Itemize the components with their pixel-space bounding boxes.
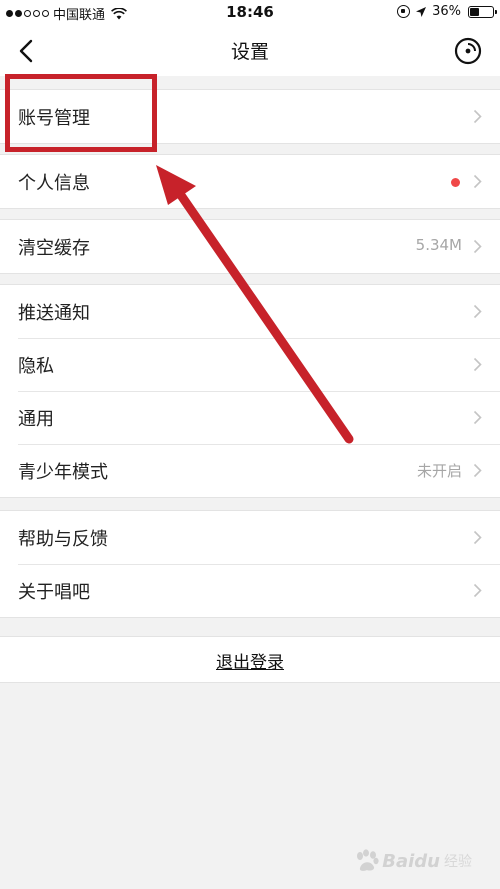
chevron-right-icon — [473, 174, 482, 189]
settings-group-profile: 个人信息 — [0, 154, 500, 209]
settings-item-clear-cache[interactable]: 清空缓存 5.34M — [0, 220, 500, 273]
battery-percent: 36% — [432, 4, 461, 19]
settings-item-label: 通用 — [18, 409, 54, 430]
settings-item-general[interactable]: 通用 — [0, 391, 500, 444]
status-bar: 中国联通 18:46 36% — [0, 0, 500, 26]
chevron-right-icon — [473, 304, 482, 319]
chevron-right-icon — [473, 410, 482, 425]
logout-button[interactable]: 退出登录 — [0, 648, 500, 673]
logout-group: 退出登录 — [0, 636, 500, 683]
settings-item-label: 隐私 — [18, 356, 54, 377]
settings-item-account-management[interactable]: 账号管理 — [0, 90, 500, 143]
settings-item-label: 帮助与反馈 — [18, 529, 108, 550]
page-title: 设置 — [230, 41, 269, 63]
settings-item-push-notifications[interactable]: 推送通知 — [0, 285, 500, 338]
settings-item-privacy[interactable]: 隐私 — [0, 338, 500, 391]
settings-item-label: 青少年模式 — [18, 462, 108, 483]
settings-item-about[interactable]: 关于唱吧 — [0, 564, 500, 617]
watermark-sub: 经验 — [444, 854, 472, 870]
settings-group-general: 推送通知 隐私 通用 青少年模式 未开启 — [0, 284, 500, 498]
settings-item-label: 清空缓存 — [18, 238, 90, 259]
settings-item-label: 账号管理 — [18, 108, 90, 129]
chevron-right-icon — [473, 530, 482, 545]
paw-logo-icon — [357, 849, 379, 871]
settings-item-personal-info[interactable]: 个人信息 — [0, 155, 500, 208]
chevron-right-icon — [473, 109, 482, 124]
cache-size-value: 5.34M — [415, 236, 462, 254]
settings-item-label: 个人信息 — [18, 173, 90, 194]
settings-group-cache: 清空缓存 5.34M — [0, 219, 500, 274]
chevron-right-icon — [473, 239, 482, 254]
nav-bar: 设置 — [0, 26, 500, 76]
settings-item-help-feedback[interactable]: 帮助与反馈 — [0, 511, 500, 564]
chevron-right-icon — [473, 357, 482, 372]
rotation-lock-icon — [397, 5, 411, 18]
settings-group-about: 帮助与反馈 关于唱吧 — [0, 510, 500, 618]
settings-item-label: 关于唱吧 — [18, 582, 90, 603]
settings-item-label: 推送通知 — [18, 303, 90, 324]
settings-item-teen-mode[interactable]: 青少年模式 未开启 — [0, 444, 500, 497]
location-arrow-icon — [416, 6, 427, 17]
settings-group-account: 账号管理 — [0, 89, 500, 144]
battery-icon — [468, 5, 497, 18]
baidu-watermark: Baidu 经验 — [354, 849, 472, 873]
watermark-brand: Baidu — [382, 850, 440, 872]
status-right: 36% — [397, 4, 497, 19]
chevron-right-icon — [473, 583, 482, 598]
chevron-right-icon — [473, 463, 482, 478]
music-disc-icon[interactable] — [454, 37, 482, 65]
teen-mode-status: 未开启 — [416, 462, 462, 480]
notification-badge — [451, 178, 460, 187]
